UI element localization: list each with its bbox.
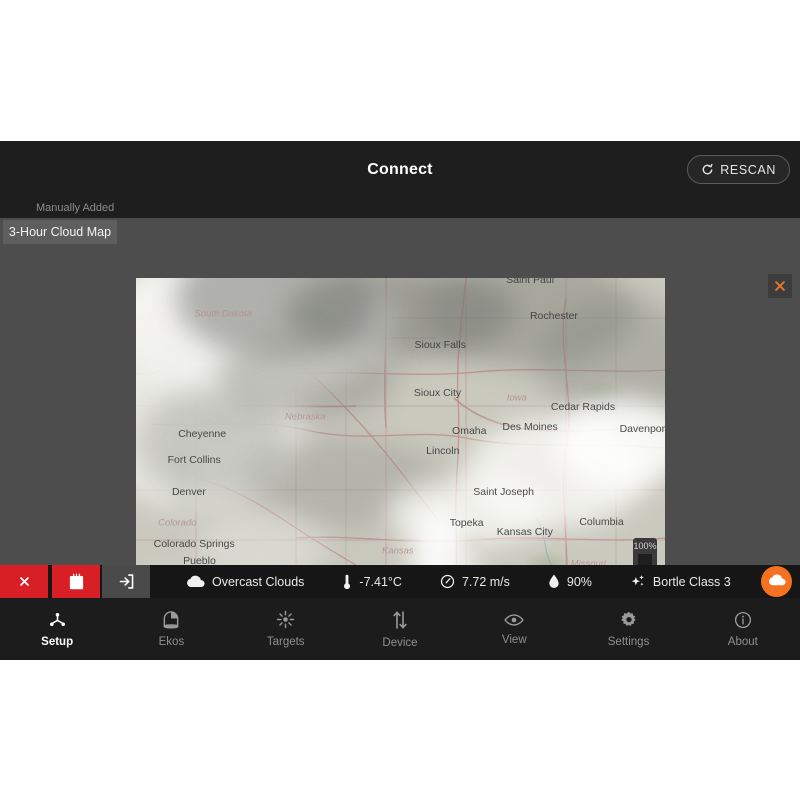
nav-item-view[interactable]: View: [457, 598, 571, 660]
nav-item-about[interactable]: About: [686, 598, 800, 660]
legend-max-label: 100%: [633, 541, 657, 551]
rescan-label: RESCAN: [720, 162, 776, 177]
section-header-manually-added: Manually Added: [0, 199, 800, 218]
device-button[interactable]: [52, 565, 100, 598]
sparkle-icon: [630, 574, 646, 590]
nav-item-setup[interactable]: Setup: [0, 598, 114, 660]
star-icon: [276, 610, 295, 629]
camera-icon: [68, 573, 85, 591]
gauge-icon: [440, 574, 455, 589]
refresh-icon: [701, 163, 714, 176]
disconnect-button[interactable]: [0, 565, 48, 598]
weather-fab-button[interactable]: [761, 566, 792, 597]
readout-bortle: Bortle Class 3: [630, 574, 731, 590]
x-icon: [18, 575, 31, 588]
readout-humidity-value: 90%: [566, 574, 592, 589]
login-button[interactable]: [102, 565, 150, 598]
nav-label-settings: Settings: [607, 635, 650, 648]
readout-clouds: Overcast Clouds: [186, 575, 304, 589]
device-chip-cloud-map[interactable]: 3-Hour Cloud Map: [3, 220, 117, 244]
readout-wind-value: 7.72 m/s: [461, 574, 510, 589]
nav-item-device[interactable]: Device: [343, 598, 457, 660]
close-icon: [773, 279, 787, 293]
humidity-icon: [548, 574, 560, 589]
bottom-navigation: Setup Ekos Targets Device View Settings …: [0, 598, 800, 660]
eye-icon: [504, 613, 524, 627]
content-area: Manually Added 3-Hour Cloud Map 6x + –: [0, 199, 800, 624]
readout-clouds-value: Overcast Clouds: [212, 574, 305, 589]
nav-label-targets: Targets: [266, 636, 305, 648]
readout-temperature: -7.41°C: [342, 574, 402, 590]
nav-item-settings[interactable]: Settings: [571, 598, 685, 660]
hub-icon: [48, 610, 67, 629]
page-title: Connect: [367, 161, 433, 178]
readout-bortle-value: Bortle Class 3: [652, 574, 731, 589]
rescan-button[interactable]: RESCAN: [687, 155, 790, 184]
nav-label-device: Device: [382, 636, 418, 649]
close-button[interactable]: [768, 274, 792, 298]
thermometer-icon: [342, 574, 352, 590]
status-bar: Overcast Clouds -7.41°C 7.72 m/s 90% Bor…: [0, 565, 800, 598]
gear-icon: [620, 611, 638, 629]
top-bar: Connect RESCAN: [0, 141, 800, 199]
dome-icon: [162, 610, 180, 629]
arrows-icon: [391, 610, 409, 630]
nav-label-ekos: Ekos: [158, 636, 185, 648]
info-icon: [734, 611, 752, 629]
nav-item-targets[interactable]: Targets: [229, 598, 343, 660]
nav-label-view: View: [501, 633, 527, 646]
nav-label-about: About: [727, 635, 758, 648]
readout-temperature-value: -7.41°C: [359, 574, 402, 589]
nav-label-setup: Setup: [41, 636, 74, 648]
cloud-icon: [186, 575, 205, 588]
readout-wind: 7.72 m/s: [440, 574, 510, 589]
app-window: Connect RESCAN Manually Added 3-Hour Clo…: [0, 141, 800, 660]
nav-item-ekos[interactable]: Ekos: [114, 598, 228, 660]
readout-humidity: 90%: [548, 574, 592, 589]
enter-icon: [118, 573, 135, 590]
cloud-icon: [768, 573, 786, 591]
